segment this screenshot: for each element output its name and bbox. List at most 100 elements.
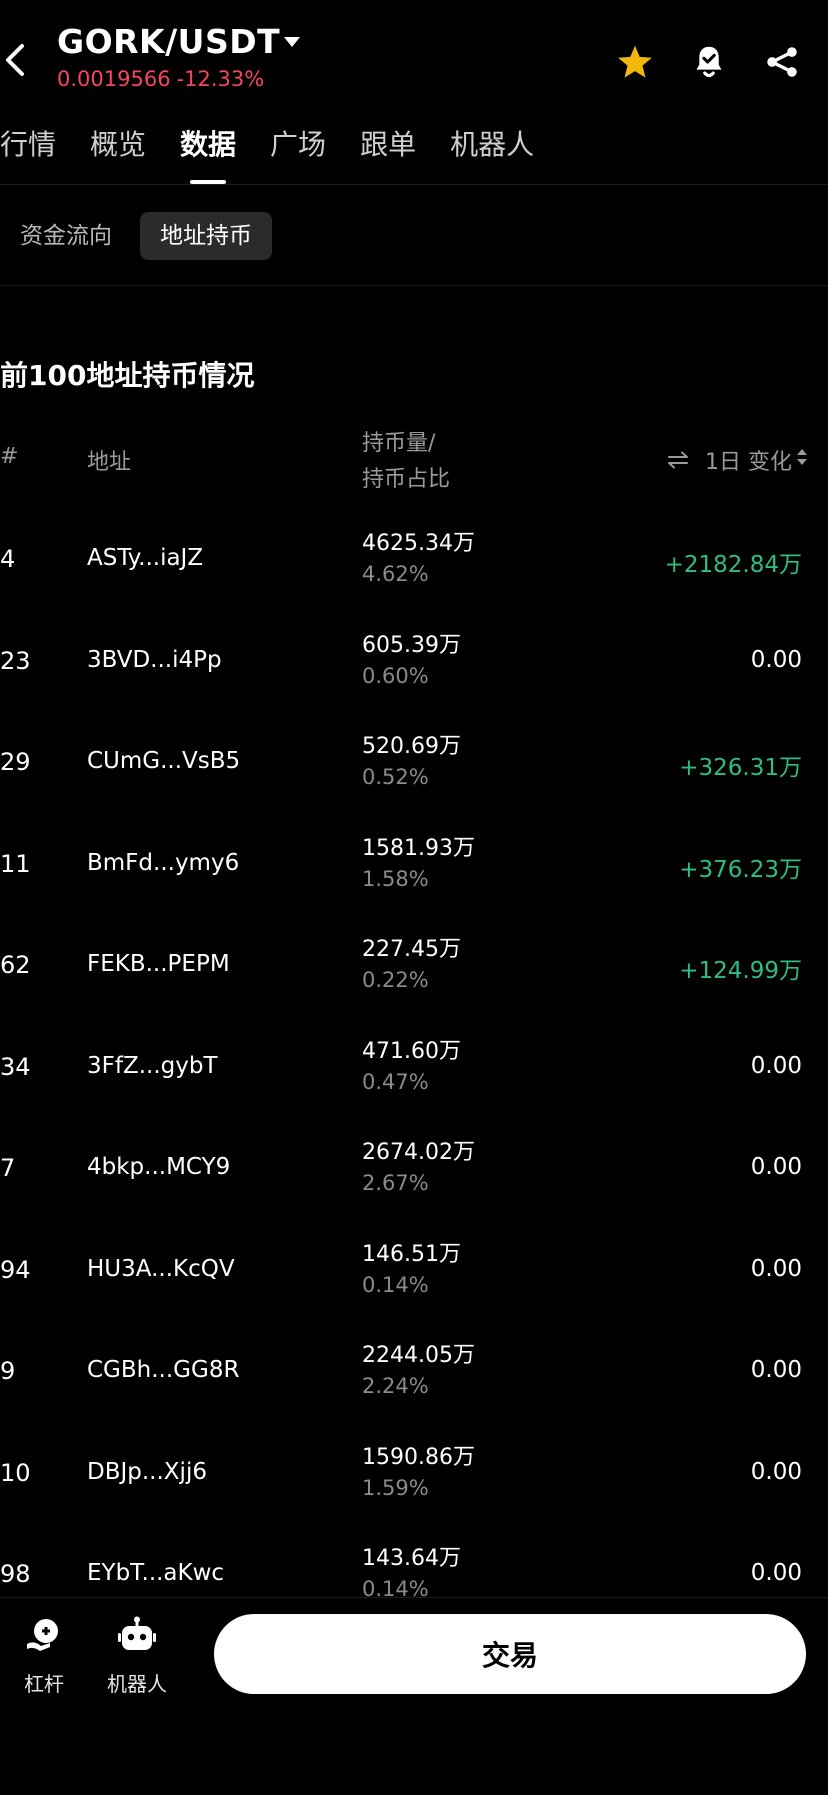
row-rank: 10 xyxy=(0,1458,31,1487)
row-address: FEKB...PEPM xyxy=(87,951,230,977)
row-change: 0.00 xyxy=(750,1357,802,1383)
row-percentage: 0.22% xyxy=(362,968,429,992)
row-amount: 143.64万 xyxy=(362,1546,461,1571)
row-amount: 2244.05万 xyxy=(362,1343,475,1368)
tab-market[interactable]: 行情 xyxy=(0,124,56,184)
robot-icon xyxy=(117,1616,157,1660)
row-percentage: 1.58% xyxy=(362,866,429,891)
row-rank: 11 xyxy=(0,849,31,878)
row-amount: 146.51万 xyxy=(362,1241,461,1267)
row-percentage: 2.24% xyxy=(362,1374,429,1398)
row-percentage: 2.67% xyxy=(362,1171,429,1195)
row-rank: 23 xyxy=(0,646,31,675)
table-row[interactable]: 94 HU3A...KcQV 146.51万 0.14% 0.00 xyxy=(0,1216,828,1318)
row-rank: 9 xyxy=(0,1357,16,1385)
chevron-down-icon[interactable] xyxy=(283,33,301,52)
bottom-bar: 杠杆 机器人 交易 xyxy=(0,1597,828,1795)
tab-square[interactable]: 广场 xyxy=(270,124,326,184)
subtab-address-holdings[interactable]: 地址持币 xyxy=(140,212,272,260)
row-rank: 98 xyxy=(0,1560,31,1588)
row-change: 0.00 xyxy=(750,1154,802,1180)
price-change: -12.33% xyxy=(176,67,265,91)
tab-copy-trading[interactable]: 跟单 xyxy=(360,124,416,184)
row-rank: 29 xyxy=(0,748,31,776)
bot-label: 机器人 xyxy=(107,1672,167,1696)
table-row[interactable]: 23 3BVD...i4Pp 605.39万 0.60% 0.00 xyxy=(0,607,828,709)
row-amount: 471.60万 xyxy=(362,1038,461,1064)
column-change[interactable]: 1日 变化 xyxy=(667,444,808,476)
column-amount: 持币量/ 持币占比 xyxy=(362,426,450,498)
leverage-button[interactable]: 杠杆 xyxy=(24,1616,64,1697)
table-row[interactable]: 10 DBJp...Xjj6 1590.86万 1.59% 0.00 xyxy=(0,1419,828,1521)
sub-tabs: 资金流向 地址持币 xyxy=(0,212,272,260)
tab-data[interactable]: 数据 xyxy=(180,124,236,184)
row-address: DBJp...Xjj6 xyxy=(87,1458,207,1485)
row-amount: 605.39万 xyxy=(362,632,461,658)
row-address: 4bkp...MCY9 xyxy=(87,1154,231,1180)
subtabs-divider xyxy=(0,285,828,286)
column-change-label: 1日 变化 xyxy=(705,450,792,475)
row-change: +124.99万 xyxy=(679,958,802,984)
row-change: 0.00 xyxy=(750,1052,802,1079)
column-amount-line1: 持币量/ xyxy=(362,431,436,456)
subtab-fund-flow[interactable]: 资金流向 xyxy=(0,212,132,260)
back-icon[interactable] xyxy=(0,38,30,82)
table-row[interactable]: 11 BmFd...ymy6 1581.93万 1.58% +376.23万 xyxy=(0,810,828,912)
leverage-label: 杠杆 xyxy=(24,1672,64,1696)
column-rank: # xyxy=(0,444,19,469)
row-amount: 2674.02万 xyxy=(362,1140,475,1165)
row-address: CGBh...GG8R xyxy=(87,1357,240,1383)
column-amount-line2: 持币占比 xyxy=(362,467,451,492)
pair-title[interactable]: GORK/USDT xyxy=(57,22,280,61)
tab-overview[interactable]: 概览 xyxy=(90,124,146,184)
row-address: 3FfZ...gybT xyxy=(87,1052,218,1079)
trade-button[interactable]: 交易 xyxy=(214,1614,806,1694)
row-amount: 227.45万 xyxy=(362,937,461,962)
sort-icon[interactable] xyxy=(796,446,808,474)
bot-button[interactable]: 机器人 xyxy=(107,1616,167,1697)
row-change: 0.00 xyxy=(750,646,802,673)
main-tabs: 行情 概览 数据 广场 跟单 机器人 xyxy=(0,124,568,184)
leverage-icon xyxy=(24,1616,64,1660)
row-percentage: 0.52% xyxy=(362,765,429,789)
row-change: +326.31万 xyxy=(679,755,802,781)
row-rank: 34 xyxy=(0,1052,31,1081)
section-title: 前100地址持币情况 xyxy=(0,359,255,392)
row-change: 0.00 xyxy=(750,1255,802,1282)
column-address: 地址 xyxy=(87,450,132,475)
last-price: 0.0019566 xyxy=(57,67,171,91)
table-row[interactable]: 34 3FfZ...gybT 471.60万 0.47% 0.00 xyxy=(0,1013,828,1115)
row-rank: 94 xyxy=(0,1255,31,1284)
table-row[interactable]: 7 4bkp...MCY9 2674.02万 2.67% 0.00 xyxy=(0,1114,828,1216)
row-change: +2182.84万 xyxy=(664,552,802,578)
row-percentage: 1.59% xyxy=(362,1475,429,1500)
table-row[interactable]: 62 FEKB...PEPM 227.45万 0.22% +124.99万 xyxy=(0,911,828,1013)
table-row[interactable]: 4 ASTy...iaJZ 4625.34万 4.62% +2182.84万 xyxy=(0,505,828,607)
price-line: 0.0019566 -12.33% xyxy=(57,67,270,91)
row-change: 0.00 xyxy=(750,1560,802,1586)
table-row[interactable]: 29 CUmG...VsB5 520.69万 0.52% +326.31万 xyxy=(0,708,828,810)
row-address: CUmG...VsB5 xyxy=(87,748,241,774)
bell-check-icon[interactable] xyxy=(687,40,731,84)
row-address: HU3A...KcQV xyxy=(87,1255,235,1282)
row-change: 0.00 xyxy=(750,1458,802,1485)
share-icon[interactable] xyxy=(760,40,804,84)
tabs-divider xyxy=(0,184,828,185)
row-percentage: 0.14% xyxy=(362,1272,429,1297)
star-icon[interactable] xyxy=(613,40,657,84)
swap-icon[interactable] xyxy=(667,451,689,469)
tab-bot[interactable]: 机器人 xyxy=(450,124,534,184)
table-row[interactable]: 9 CGBh...GG8R 2244.05万 2.24% 0.00 xyxy=(0,1317,828,1419)
holders-table: 4 ASTy...iaJZ 4625.34万 4.62% +2182.84万 23 3BVD… xyxy=(0,505,828,1622)
row-change: +376.23万 xyxy=(679,856,802,883)
row-amount: 1590.86万 xyxy=(362,1444,475,1470)
row-amount: 4625.34万 xyxy=(362,531,475,556)
header: GORK/USDT 0.0019566 -12.33% xyxy=(0,0,828,100)
row-percentage: 0.47% xyxy=(362,1069,429,1094)
row-address: BmFd...ymy6 xyxy=(87,849,240,876)
row-rank: 7 xyxy=(0,1154,16,1182)
row-amount: 520.69万 xyxy=(362,734,461,759)
row-address: 3BVD...i4Pp xyxy=(87,646,222,673)
row-percentage: 4.62% xyxy=(362,562,429,586)
row-rank: 4 xyxy=(0,545,16,573)
